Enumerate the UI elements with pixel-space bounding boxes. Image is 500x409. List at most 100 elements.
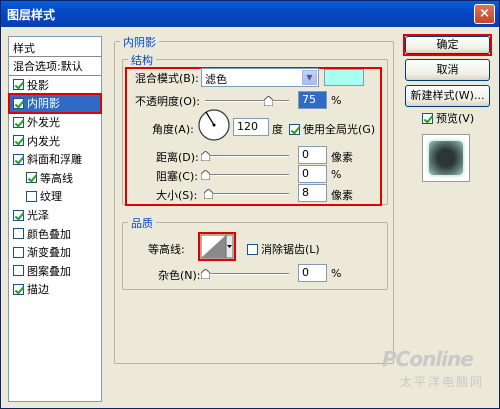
- choke-slider-thumb[interactable]: [201, 170, 210, 180]
- distance-label: 距离(D):: [156, 151, 199, 164]
- size-slider[interactable]: [204, 189, 289, 199]
- preview-swatch: [429, 141, 463, 175]
- size-slider-thumb[interactable]: [204, 189, 213, 199]
- style-item-check-icon[interactable]: [13, 209, 24, 221]
- angle-dial[interactable]: [197, 108, 231, 145]
- window-title: 图层样式: [7, 8, 56, 22]
- watermark-logo: PConline 太平洋电脑网: [376, 341, 496, 401]
- layer-style-dialog: 图层样式 × 样式 混合选项:默认 投影 内阴影 外发光 内发光 斜面和浮雕 等高线 纹理光…: [0, 0, 500, 409]
- style-item[interactable]: 等高线: [9, 169, 101, 188]
- noise-slider[interactable]: [201, 269, 289, 279]
- choke-unit: %: [331, 168, 342, 181]
- blend-mode-label: 混合模式(B):: [135, 72, 199, 85]
- blend-mode-value: 滤色: [205, 73, 227, 86]
- size-input[interactable]: 8: [298, 184, 327, 202]
- style-item-label: 内发光: [27, 134, 60, 148]
- distance-input[interactable]: 0: [298, 146, 327, 164]
- style-item-check-icon[interactable]: [13, 246, 24, 258]
- style-item-label: 投影: [27, 78, 49, 92]
- style-item-check-icon[interactable]: [13, 135, 24, 147]
- preview-check-icon: [422, 112, 433, 124]
- preview-label: 预览(V): [436, 112, 475, 125]
- style-item-check-icon[interactable]: [13, 116, 24, 128]
- style-item[interactable]: 外发光: [9, 113, 101, 132]
- choke-label: 阻塞(C):: [156, 170, 198, 183]
- noise-unit: %: [331, 267, 342, 280]
- style-item[interactable]: 投影: [9, 76, 101, 95]
- style-item[interactable]: 渐变叠加: [9, 243, 101, 262]
- style-item[interactable]: 颜色叠加: [9, 224, 101, 243]
- watermark-sub: 太平洋电脑网: [400, 375, 485, 389]
- style-item-label: 颜色叠加: [27, 227, 71, 241]
- style-item-check-icon[interactable]: [13, 97, 24, 109]
- angle-unit: 度: [272, 123, 283, 136]
- blend-mode-select[interactable]: 滤色 ▼: [201, 68, 319, 87]
- style-item-check-icon[interactable]: [13, 79, 24, 91]
- blend-color-swatch[interactable]: [324, 69, 364, 86]
- global-light-check-icon: [289, 123, 300, 135]
- distance-unit: 像素: [331, 151, 353, 164]
- preview-checkbox[interactable]: 预览(V): [422, 110, 474, 126]
- ok-button[interactable]: 确定: [405, 36, 490, 54]
- style-item-label: 描边: [27, 283, 49, 297]
- opacity-input[interactable]: 75: [298, 91, 327, 109]
- size-label: 大小(S):: [156, 189, 198, 202]
- style-item-check-icon[interactable]: [13, 283, 24, 295]
- style-item-label: 图案叠加: [27, 264, 71, 278]
- contour-preview-icon: [200, 234, 234, 259]
- global-light-checkbox[interactable]: 使用全局光(G): [289, 121, 375, 137]
- style-item-label: 渐变叠加: [27, 246, 71, 260]
- style-item-check-icon[interactable]: [26, 190, 37, 202]
- style-item-check-icon[interactable]: [13, 153, 24, 165]
- noise-label: 杂色(N):: [158, 269, 201, 282]
- style-item-label: 内阴影: [27, 97, 60, 111]
- style-item-label: 斜面和浮雕: [27, 153, 82, 167]
- opacity-label: 不透明度(O):: [135, 95, 200, 108]
- style-item-label: 纹理: [40, 190, 62, 204]
- style-item[interactable]: 纹理: [9, 187, 101, 206]
- styles-list-header[interactable]: 样式: [9, 37, 101, 57]
- cancel-button[interactable]: 取消: [405, 59, 490, 81]
- style-item-label: 光泽: [27, 209, 49, 223]
- styles-list: 样式 混合选项:默认 投影内阴影外发光内发光斜面和浮雕等高线纹理光泽颜色叠加渐变…: [8, 36, 102, 402]
- choke-slider[interactable]: [201, 170, 289, 180]
- style-item[interactable]: 描边: [9, 280, 101, 299]
- blend-options-item[interactable]: 混合选项:默认: [9, 57, 101, 76]
- contour-label: 等高线:: [148, 243, 185, 256]
- style-item[interactable]: 光泽: [9, 206, 101, 225]
- close-button[interactable]: ×: [474, 4, 495, 24]
- anti-alias-label: 消除锯齿(L): [261, 243, 320, 256]
- distance-slider[interactable]: [201, 151, 289, 161]
- noise-slider-thumb[interactable]: [201, 269, 210, 279]
- style-item-label: 等高线: [40, 171, 73, 185]
- style-item[interactable]: 内阴影: [8, 93, 102, 114]
- quality-title: 品质: [128, 215, 156, 231]
- size-unit: 像素: [331, 189, 353, 202]
- anti-alias-check-icon: [247, 243, 258, 255]
- style-item-check-icon[interactable]: [13, 228, 24, 240]
- distance-slider-thumb[interactable]: [201, 151, 210, 161]
- style-item[interactable]: 内发光: [9, 131, 101, 150]
- angle-label: 角度(A):: [152, 123, 194, 136]
- global-light-label: 使用全局光(G): [303, 123, 376, 136]
- angle-input[interactable]: 120: [233, 118, 269, 136]
- contour-picker[interactable]: [198, 232, 236, 261]
- opacity-slider-thumb[interactable]: [264, 96, 273, 106]
- choke-input[interactable]: 0: [298, 165, 327, 183]
- style-item-check-icon[interactable]: [26, 172, 37, 184]
- chevron-down-icon: ▼: [302, 70, 317, 85]
- watermark-brand: PConline: [382, 347, 474, 371]
- new-style-button[interactable]: 新建样式(W)...: [405, 85, 490, 107]
- style-item[interactable]: 图案叠加: [9, 262, 101, 281]
- style-item[interactable]: 斜面和浮雕: [9, 150, 101, 169]
- inner-shadow-title: 内阴影: [120, 34, 159, 50]
- style-item-check-icon[interactable]: [13, 265, 24, 277]
- noise-input[interactable]: 0: [298, 264, 327, 282]
- title-bar: 图层样式 ×: [1, 1, 499, 27]
- opacity-slider[interactable]: [205, 96, 289, 106]
- opacity-unit: %: [331, 94, 342, 107]
- anti-alias-checkbox[interactable]: 消除锯齿(L): [247, 241, 320, 257]
- preview-thumbnail: [422, 134, 470, 182]
- close-icon: ×: [479, 6, 490, 21]
- structure-title: 结构: [128, 52, 156, 68]
